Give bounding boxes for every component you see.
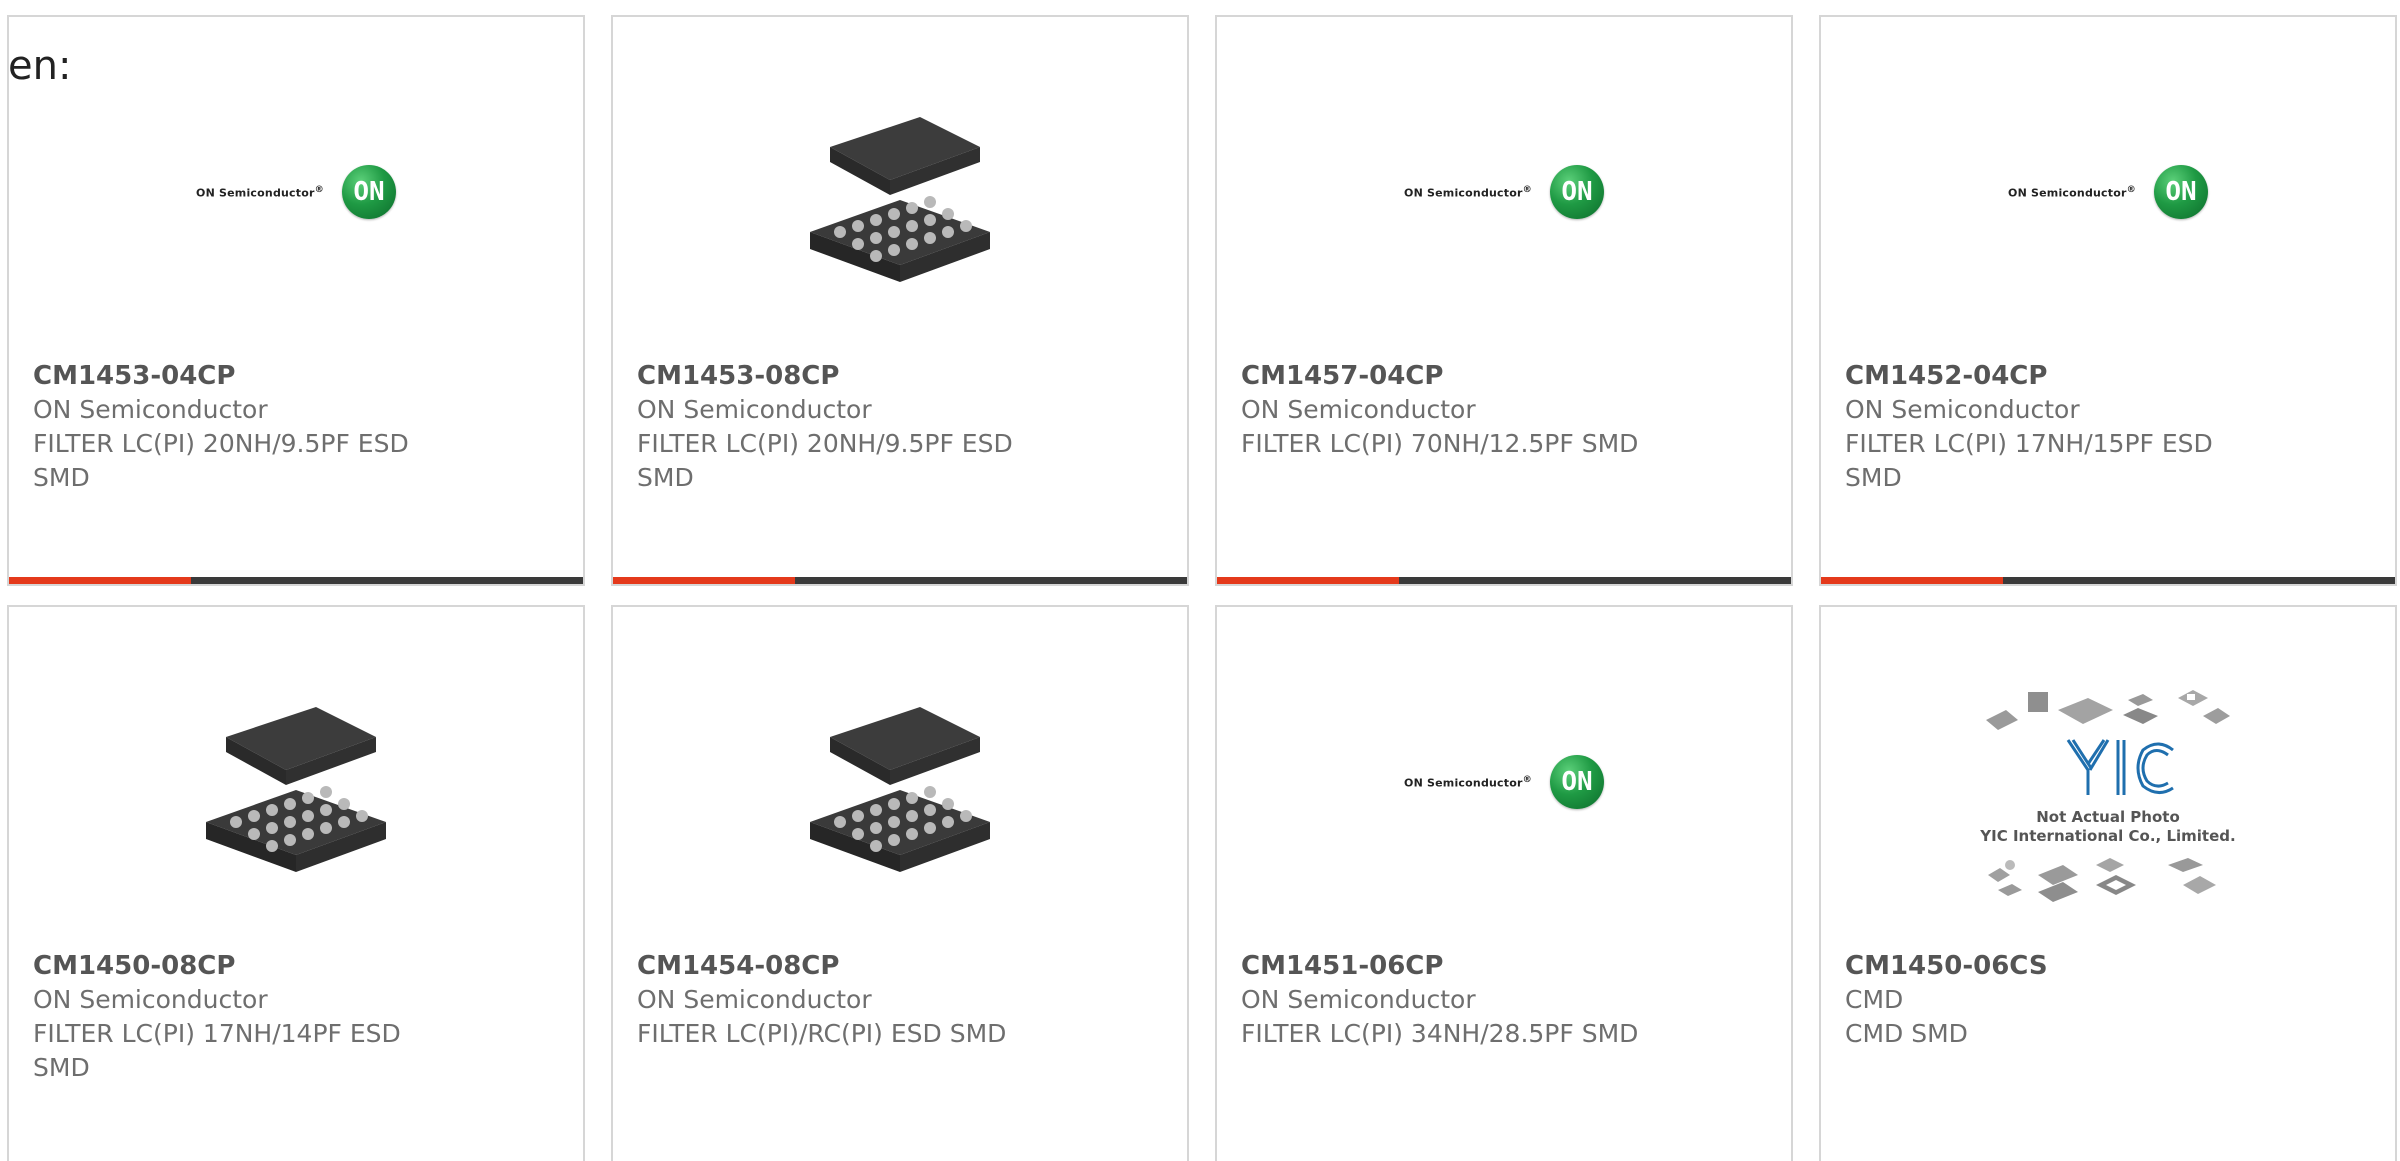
product-description: FILTER LC(PI)/RC(PI) ESD SMD [637,1019,1007,1048]
manufacturer-label: ON Semiconductor [637,395,872,424]
manufacturer-label: CMD [1845,985,1904,1014]
manufacturer-label: ON Semiconductor [637,985,872,1014]
product-description: FILTER LC(PI) 70NH/12.5PF SMD [1241,429,1639,458]
part-number-link[interactable]: CM1453-08CP [637,359,1157,393]
product-info: CM1453-04CP ON Semiconductor FILTER LC(P… [33,359,553,495]
product-info: CM1454-08CP ON Semiconductor FILTER LC(P… [637,949,1157,1051]
product-info: CM1453-08CP ON Semiconductor FILTER LC(P… [637,359,1157,495]
product-card[interactable]: CM1450-08CP ON Semiconductor FILTER LC(P… [7,605,585,1161]
product-description: FILTER LC(PI) 34NH/28.5PF SMD [1241,1019,1639,1048]
card-footer-bar [9,577,583,584]
product-image[interactable]: ON Semiconductor® ON [1821,87,2395,297]
part-number-link[interactable]: CM1457-04CP [1241,359,1761,393]
product-description: FILTER LC(PI) 20NH/9.5PF ESD SMD [33,429,409,492]
product-card[interactable]: Not Actual Photo YIC International Co., … [1819,605,2397,1161]
card-footer-bar [613,577,1187,584]
part-number-link[interactable]: CM1454-08CP [637,949,1157,983]
manufacturer-label: ON Semiconductor [33,985,268,1014]
language-prefix: en: [8,43,72,89]
card-footer-bar [1821,577,2395,584]
product-image[interactable]: ON Semiconductor® ON [9,87,583,297]
product-image[interactable] [613,677,1187,887]
bga-chip-icon [810,707,990,872]
on-semi-logo-icon: ON Semiconductor® ON [1404,755,1604,809]
yic-company-name: YIC International Co., Limited. [1980,827,2236,845]
manufacturer-label: ON Semiconductor [1241,985,1476,1014]
on-semi-logo-icon: ON Semiconductor® ON [2008,165,2208,219]
bga-chip-icon [810,117,990,282]
product-description: CMD SMD [1845,1019,1968,1048]
card-footer-bar [1217,577,1791,584]
product-image[interactable]: Not Actual Photo YIC International Co., … [1821,685,2395,925]
on-semi-logo-icon: ON Semiconductor® ON [1404,165,1604,219]
product-card[interactable]: ON Semiconductor® ON CM1452-04CP ON Semi… [1819,15,2397,586]
on-semi-logo-icon: ON Semiconductor® ON [196,165,396,219]
yic-not-actual-photo: Not Actual Photo [2036,808,2180,826]
product-info: CM1457-04CP ON Semiconductor FILTER LC(P… [1241,359,1761,461]
manufacturer-label: ON Semiconductor [33,395,268,424]
product-info: CM1451-06CP ON Semiconductor FILTER LC(P… [1241,949,1761,1051]
product-description: FILTER LC(PI) 17NH/15PF ESD SMD [1845,429,2213,492]
product-grid-page: en: ON Semiconductor® ON CM1453-04CP ON … [0,0,2400,1161]
product-info: CM1450-08CP ON Semiconductor FILTER LC(P… [33,949,553,1085]
bga-chip-icon [206,707,386,872]
product-image[interactable] [9,677,583,887]
product-card[interactable]: ON Semiconductor® ON CM1453-04CP ON Semi… [7,15,585,586]
manufacturer-label: ON Semiconductor [1845,395,2080,424]
manufacturer-label: ON Semiconductor [1241,395,1476,424]
product-image[interactable]: ON Semiconductor® ON [1217,677,1791,887]
product-card[interactable]: ON Semiconductor® ON CM1457-04CP ON Semi… [1215,15,1793,586]
yic-placeholder-icon: Not Actual Photo YIC International Co., … [1978,680,2238,930]
product-info: CM1450-06CS CMD CMD SMD [1845,949,2365,1051]
part-number-link[interactable]: CM1450-08CP [33,949,553,983]
product-description: FILTER LC(PI) 17NH/14PF ESD SMD [33,1019,401,1082]
product-card[interactable]: ON Semiconductor® ON CM1451-06CP ON Semi… [1215,605,1793,1161]
part-number-link[interactable]: CM1452-04CP [1845,359,2365,393]
part-number-link[interactable]: CM1450-06CS [1845,949,2365,983]
product-card[interactable]: CM1453-08CP ON Semiconductor FILTER LC(P… [611,15,1189,586]
part-number-link[interactable]: CM1453-04CP [33,359,553,393]
product-image[interactable] [613,87,1187,297]
product-card[interactable]: CM1454-08CP ON Semiconductor FILTER LC(P… [611,605,1189,1161]
product-info: CM1452-04CP ON Semiconductor FILTER LC(P… [1845,359,2365,495]
part-number-link[interactable]: CM1451-06CP [1241,949,1761,983]
product-image[interactable]: ON Semiconductor® ON [1217,87,1791,297]
product-description: FILTER LC(PI) 20NH/9.5PF ESD SMD [637,429,1013,492]
